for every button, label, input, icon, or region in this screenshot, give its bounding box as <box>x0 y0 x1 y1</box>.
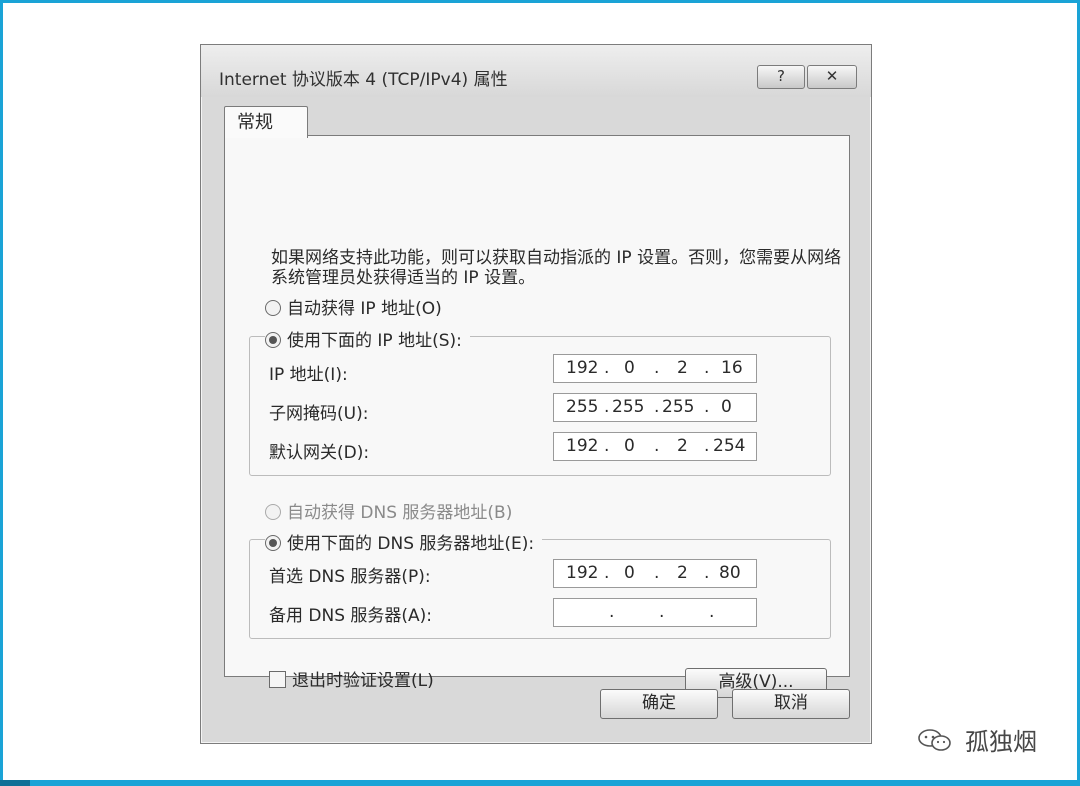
validate-checkbox-box[interactable] <box>269 671 286 688</box>
ok-button[interactable]: 确定 <box>600 689 718 719</box>
default-gateway-label: 默认网关(D): <box>269 443 370 463</box>
description-text: 如果网络支持此功能，则可以获取自动指派的 IP 设置。否则，您需要从网络系统管理… <box>271 248 842 288</box>
manual-ip-radio[interactable]: 使用下面的 IP 地址(S): <box>265 326 470 351</box>
auto-dns-label: 自动获得 DNS 服务器地址(B) <box>287 503 513 523</box>
title-bar: Internet 协议版本 4 (TCP/IPv4) 属性 ? ✕ <box>201 45 871 97</box>
frame-bottom-border <box>0 780 1080 786</box>
close-button[interactable]: ✕ <box>807 65 857 89</box>
validate-on-exit-checkbox[interactable]: 退出时验证设置(L) <box>269 666 434 691</box>
validate-on-exit-label: 退出时验证设置(L) <box>292 671 434 691</box>
dialog-title: Internet 协议版本 4 (TCP/IPv4) 属性 <box>219 70 508 90</box>
preferred-dns-input[interactable]: 192 . 0 . 2 . 80 <box>553 559 757 588</box>
cancel-button[interactable]: 取消 <box>732 689 850 719</box>
frame-left-border <box>0 0 3 786</box>
manual-dns-radio-indicator[interactable] <box>265 535 281 551</box>
manual-dns-label: 使用下面的 DNS 服务器地址(E): <box>287 534 535 554</box>
watermark-text: 孤独烟 <box>965 728 1037 756</box>
frame-top-border <box>0 0 1080 3</box>
help-icon: ? <box>777 67 785 85</box>
auto-ip-radio-indicator[interactable] <box>265 300 281 316</box>
help-button[interactable]: ? <box>757 65 805 89</box>
manual-ip-radio-indicator[interactable] <box>265 332 281 348</box>
alternate-dns-input[interactable]: . . . <box>553 598 757 627</box>
subnet-mask-label: 子网掩码(U): <box>269 404 369 424</box>
tab-general[interactable]: 常规 <box>224 106 308 138</box>
auto-ip-radio[interactable]: 自动获得 IP 地址(O) <box>265 294 442 319</box>
subnet-mask-input[interactable]: 255 . 255 . 255 . 0 <box>553 393 757 422</box>
preferred-dns-label: 首选 DNS 服务器(P): <box>269 567 431 587</box>
auto-ip-label: 自动获得 IP 地址(O) <box>287 299 442 319</box>
manual-ip-label: 使用下面的 IP 地址(S): <box>287 331 462 351</box>
close-icon: ✕ <box>825 67 839 85</box>
auto-dns-radio-indicator[interactable] <box>265 504 281 520</box>
frame-bottom-accent <box>0 780 30 786</box>
manual-dns-radio[interactable]: 使用下面的 DNS 服务器地址(E): <box>265 529 543 554</box>
tcp-ipv4-properties-dialog: Internet 协议版本 4 (TCP/IPv4) 属性 ? ✕ 常规 如果网… <box>200 44 872 744</box>
wechat-icon <box>918 729 951 751</box>
ip-address-input[interactable]: 192 . 0 . 2 . 16 <box>553 354 757 383</box>
default-gateway-input[interactable]: 192 . 0 . 2 . 254 <box>553 432 757 461</box>
ip-address-label: IP 地址(I): <box>269 365 348 385</box>
general-tab-panel: 如果网络支持此功能，则可以获取自动指派的 IP 设置。否则，您需要从网络系统管理… <box>224 135 850 698</box>
alternate-dns-label: 备用 DNS 服务器(A): <box>269 606 433 626</box>
auto-dns-radio[interactable]: 自动获得 DNS 服务器地址(B) <box>265 498 512 523</box>
